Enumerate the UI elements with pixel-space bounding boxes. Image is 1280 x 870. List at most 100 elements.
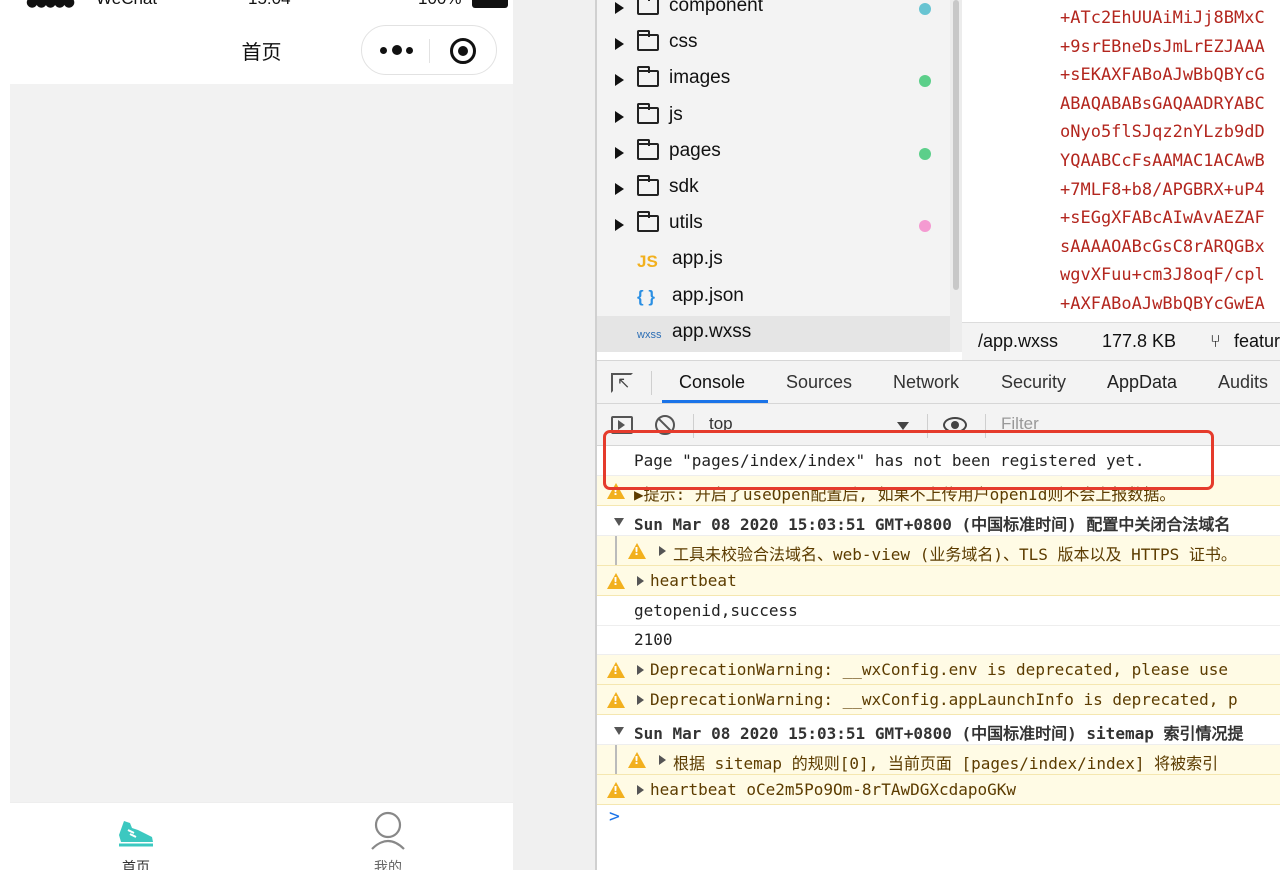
collapse-arrow-icon[interactable] — [614, 517, 624, 526]
console-prompt[interactable]: > — [609, 806, 620, 827]
inspect-element-icon[interactable] — [611, 373, 633, 393]
tree-folder[interactable]: sdk — [597, 171, 950, 207]
branch-name[interactable]: featur — [1234, 331, 1280, 352]
expand-arrow-icon[interactable] — [637, 784, 644, 795]
carrier-label: WeChat — [96, 0, 157, 9]
code-editor[interactable]: +ATc2EhUUAiMiJj8BMxC +9srEBneDsJmLrEZJAAA… — [962, 0, 1280, 322]
collapse-arrow-icon[interactable] — [614, 727, 624, 736]
tree-folder[interactable]: utils — [597, 207, 950, 243]
console-message-text: getopenid,success — [634, 600, 798, 620]
caret-right-icon[interactable] — [615, 183, 624, 195]
tree-item-label: images — [669, 67, 731, 89]
caret-right-icon[interactable] — [615, 74, 624, 87]
file-path: /app.wxss — [978, 331, 1059, 351]
expand-arrow-icon[interactable] — [637, 665, 644, 676]
git-status-dot — [919, 147, 931, 160]
tab-audits[interactable]: Audits — [1218, 372, 1268, 393]
tree-item-label: app.wxss — [672, 320, 752, 342]
tab-sources[interactable]: Sources — [786, 372, 852, 393]
tree-item-label: component — [669, 0, 764, 16]
console-message[interactable]: Sun Mar 08 2020 15:03:51 GMT+0800 (中国标准时… — [597, 506, 1280, 536]
screen: ●●●●● WeChat 15:04 100% 首页 首页 — [0, 0, 1280, 870]
code-line: wgvXFuu+cm3J8oqF/cpl — [1060, 265, 1265, 286]
code-line: ABAQABABsGAQAADRYABC — [1060, 93, 1265, 114]
code-line: YQAABCcFsAAMAC1ACAwB — [1060, 151, 1265, 171]
warning-icon — [628, 542, 646, 559]
editor-status-bar: /app.wxss 177.8 KB ⑂ featur — [962, 322, 1280, 360]
console-message[interactable]: getopenid,success — [597, 596, 1280, 626]
tree-folder[interactable]: pages — [597, 135, 950, 171]
console-message[interactable]: 2100 — [597, 625, 1280, 656]
console-message-text: 2100 — [634, 630, 673, 650]
console-output: > Page "pages/index/index" has not been … — [597, 446, 1280, 870]
annotation-highlight-box — [603, 430, 1214, 490]
wxss-file-icon: wxss — [637, 328, 662, 341]
group-indent-bar — [615, 535, 617, 565]
console-message[interactable]: DeprecationWarning: __wxConfig.env is de… — [597, 655, 1280, 686]
folder-icon — [637, 138, 659, 160]
tree-item-label: app.js — [672, 248, 723, 270]
tree-file[interactable]: wxss app.wxss — [597, 315, 950, 352]
console-message[interactable]: heartbeat — [597, 565, 1280, 596]
console-message[interactable]: 根据 sitemap 的规则[0], 当前页面 [pages/index/ind… — [597, 745, 1280, 775]
code-line: +ATc2EhUUAiMiJj8BMxC — [1060, 8, 1265, 28]
status-bar: ●●●●● WeChat 15:04 100% — [24, 0, 508, 10]
expand-arrow-icon[interactable] — [659, 545, 666, 556]
tab-separator — [651, 371, 652, 395]
user-icon — [371, 811, 405, 850]
git-status-dot — [919, 3, 931, 15]
code-line: +sEKAXFABoAJwBbQBYcG — [1060, 65, 1265, 86]
caret-right-icon[interactable] — [615, 219, 624, 232]
folder-icon — [637, 30, 659, 52]
console-message[interactable]: Sun Mar 08 2020 15:03:51 GMT+0800 (中国标准时… — [597, 715, 1280, 746]
tab-home[interactable]: 首页 — [76, 803, 196, 870]
git-status-dot — [919, 220, 931, 233]
tab-home-label: 首页 — [122, 860, 150, 870]
git-status-dot — [919, 75, 931, 88]
expand-arrow-icon[interactable] — [637, 575, 644, 586]
chevron-down-icon[interactable] — [897, 422, 909, 430]
console-message[interactable]: DeprecationWarning: __wxConfig.appLaunch… — [597, 685, 1280, 716]
tree-item-label: js — [669, 103, 683, 125]
tab-mine-label: 我的 — [374, 860, 402, 870]
more-icon[interactable] — [380, 40, 414, 60]
tree-item-label: css — [669, 31, 698, 53]
console-message[interactable]: heartbeat oCe2m5Po9Om-8rTAwDGXcdapoGKw — [597, 774, 1280, 805]
explorer-scrollbar-thumb[interactable] — [953, 0, 959, 290]
signal-icon: ●●●●● — [26, 0, 75, 10]
close-miniprogram-icon[interactable] — [450, 38, 476, 64]
code-line: +sEGgXFABcAIwAvAEZAF — [1060, 208, 1265, 229]
expand-arrow-icon[interactable] — [637, 695, 644, 706]
folder-icon — [637, 211, 659, 233]
folder-icon — [637, 66, 659, 88]
console-message[interactable]: 工具未校验合法域名、web-view (业务域名)、TLS 版本以及 HTTPS… — [597, 535, 1280, 566]
navigation-bar: ●●●●● WeChat 15:04 100% 首页 — [10, 0, 513, 84]
tree-item-label: app.json — [672, 284, 744, 306]
tree-folder[interactable]: css — [597, 26, 950, 62]
tab-network[interactable]: Network — [893, 372, 959, 393]
folder-icon — [637, 102, 659, 124]
expand-arrow-icon[interactable] — [659, 755, 666, 765]
folder-icon — [637, 175, 659, 196]
caret-right-icon[interactable] — [615, 146, 624, 159]
tree-item-label: pages — [669, 139, 721, 161]
simulator-gutter — [513, 0, 597, 870]
tree-folder[interactable]: component — [597, 0, 950, 26]
tree-file[interactable]: JS app.js — [597, 243, 950, 279]
tab-bar: 首页 我的 — [10, 802, 513, 870]
tree-file[interactable]: { } app.json — [597, 280, 950, 316]
tab-security[interactable]: Security — [1001, 372, 1066, 393]
active-tab-indicator — [662, 400, 768, 403]
tree-folder[interactable]: js — [597, 99, 950, 135]
console-message-text: DeprecationWarning: __wxConfig.appLaunch… — [650, 690, 1238, 710]
tab-appdata[interactable]: AppData — [1107, 372, 1177, 393]
caret-right-icon[interactable] — [615, 110, 624, 123]
tab-console[interactable]: Console — [679, 372, 745, 393]
file-size: 177.8 KB — [1102, 331, 1177, 351]
group-indent-bar — [615, 745, 617, 774]
caret-right-icon[interactable] — [615, 38, 624, 51]
caret-right-icon[interactable] — [615, 2, 624, 14]
tab-mine[interactable]: 我的 — [328, 803, 448, 870]
console-message-text: 工具未校验合法域名、web-view (业务域名)、TLS 版本以及 HTTPS… — [673, 544, 1237, 564]
tree-folder[interactable]: images — [597, 62, 950, 98]
